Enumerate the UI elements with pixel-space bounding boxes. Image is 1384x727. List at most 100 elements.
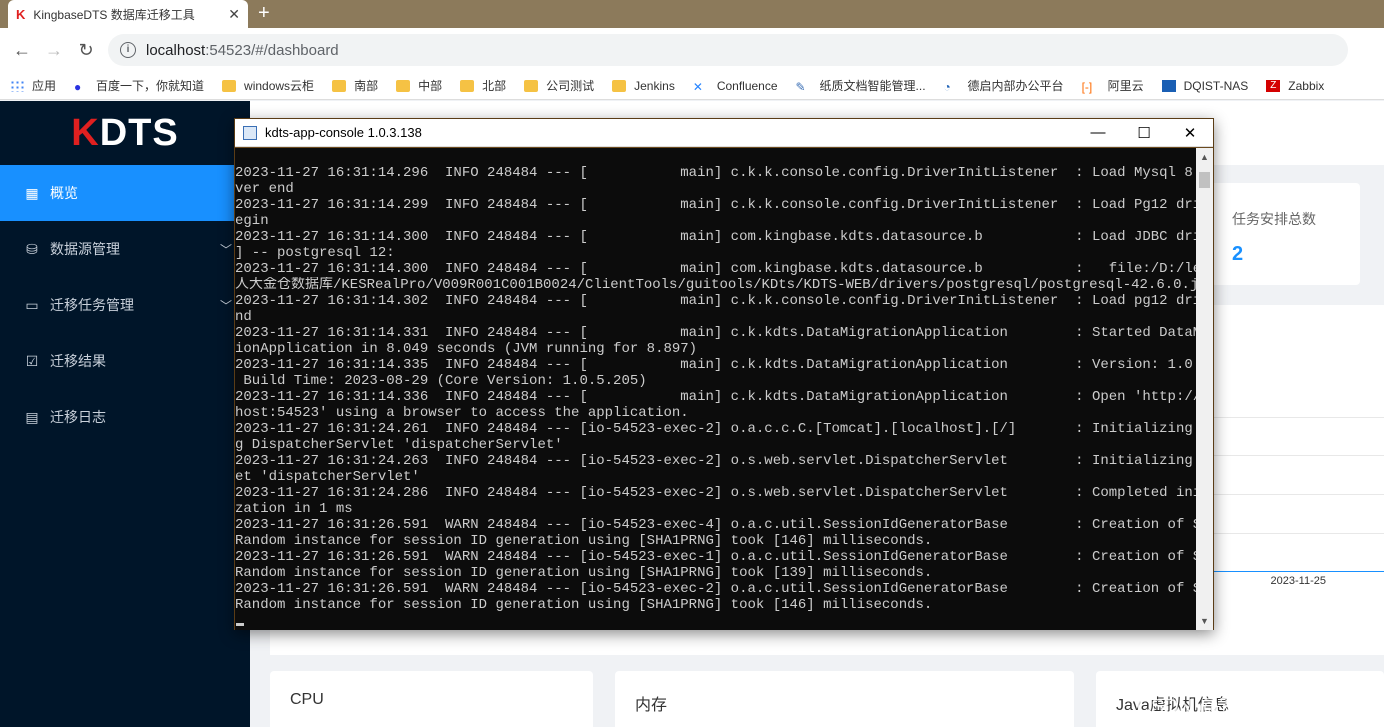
- browser-tabstrip: K KingbaseDTS 数据库迁移工具 ✕ +: [0, 0, 1384, 28]
- tab-close-icon[interactable]: ✕: [228, 6, 240, 23]
- tab-title: KingbaseDTS 数据库迁移工具: [33, 7, 195, 22]
- folder-icon: [396, 79, 411, 92]
- forward-arrow-icon[interactable]: →: [38, 40, 70, 61]
- database-icon: ⛁: [26, 240, 38, 257]
- kingbase-favicon-icon: K: [16, 6, 26, 22]
- address-bar[interactable]: i localhost:54523/#/dashboard: [108, 34, 1348, 66]
- console-line: 2023-11-27 16:31:26.591 WARN 248484 --- …: [235, 581, 1197, 597]
- folder-icon: [460, 79, 475, 92]
- console-line: 2023-11-27 16:31:14.299 INFO 248484 --- …: [235, 197, 1197, 213]
- bookmark-office[interactable]: ◔ 德启内部办公平台: [944, 77, 1064, 94]
- scrollbar-thumb[interactable]: [1199, 172, 1210, 188]
- console-line: 2023-11-27 16:31:24.261 INFO 248484 --- …: [235, 421, 1197, 437]
- console-line: zation in 1 ms: [235, 501, 353, 517]
- scroll-up-icon[interactable]: ▲: [1200, 152, 1209, 162]
- apps-grid-icon: [10, 79, 24, 92]
- reload-icon[interactable]: ↻: [70, 40, 102, 61]
- sidebar-item-overview[interactable]: ▦ 概览: [0, 165, 250, 221]
- memory-card: 内存: [615, 671, 1074, 727]
- console-app-icon: [243, 125, 257, 140]
- bookmark-confluence[interactable]: ✕ Confluence: [692, 79, 778, 94]
- sidebar-item-label: 迁移任务管理: [50, 297, 134, 313]
- aliyun-icon: [-]: [1081, 79, 1093, 94]
- log-icon: ▤: [25, 408, 39, 425]
- console-line: 2023-11-27 16:31:26.591 WARN 248484 --- …: [235, 549, 1197, 565]
- bookmark-folder[interactable]: 中部: [396, 77, 442, 94]
- console-line: 2023-11-27 16:31:26.591 WARN 248484 --- …: [235, 517, 1197, 533]
- console-scrollbar[interactable]: ▲ ▼: [1196, 148, 1213, 630]
- console-line: 人大金仓数据库/KESRealPro/V009R001C001B0024/Cli…: [235, 277, 1197, 293]
- minimize-button[interactable]: —: [1075, 124, 1121, 141]
- x-axis-tick-label: 2023-11-25: [1270, 575, 1326, 587]
- console-line: Random instance for session ID generatio…: [235, 533, 933, 549]
- bookmark-aliyun[interactable]: [-] 阿里云: [1082, 77, 1144, 94]
- new-tab-button[interactable]: +: [258, 2, 270, 25]
- sidebar-item-migration-logs[interactable]: ▤ 迁移日志: [0, 389, 250, 445]
- sidebar-item-label: 迁移结果: [50, 353, 106, 369]
- console-line: 2023-11-27 16:31:14.336 INFO 248484 --- …: [235, 389, 1197, 405]
- folder-icon: [222, 79, 237, 92]
- console-line: host:54523' using a browser to access th…: [235, 405, 689, 421]
- sidebar-item-label: 迁移日志: [50, 409, 106, 425]
- close-button[interactable]: ✕: [1167, 124, 1213, 142]
- console-line: ] -- postgresql 12:: [235, 245, 395, 261]
- console-line: Random instance for session ID generatio…: [235, 565, 933, 581]
- app-sidebar: K DTS ▦ 概览 ⛁ 数据源管理 ﹀ ▭ 迁移任务管理 ﹀ ☑ 迁移结果 ▤ …: [0, 101, 250, 727]
- cpu-card-title: CPU: [290, 691, 324, 708]
- office-icon: ◔: [943, 79, 951, 94]
- folder-icon: ▭: [25, 296, 39, 313]
- dashboard-icon: ▦: [25, 184, 39, 201]
- console-line: 2023-11-27 16:31:24.286 INFO 248484 --- …: [235, 485, 1197, 501]
- maximize-button[interactable]: ☐: [1121, 124, 1167, 142]
- bookmark-nas[interactable]: DQIST-NAS: [1161, 79, 1248, 93]
- cpu-card: CPU: [270, 671, 593, 727]
- console-line: ionApplication in 8.049 seconds (JVM run…: [235, 341, 698, 357]
- csdn-watermark: CSDN @宽八哥43472510: [1136, 696, 1368, 718]
- sidebar-item-migration-tasks[interactable]: ▭ 迁移任务管理 ﹀: [0, 277, 250, 333]
- console-line: Build Time: 2023-08-29 (Core Version: 1.…: [235, 373, 647, 389]
- console-window[interactable]: kdts-app-console 1.0.3.138 — ☐ ✕ 2023-11…: [234, 118, 1214, 630]
- console-cursor: [236, 623, 244, 626]
- console-line: et 'dispatcherServlet': [235, 469, 420, 485]
- docs-icon: ✎: [795, 79, 806, 94]
- chevron-down-icon: ﹀: [219, 242, 232, 257]
- bookmark-baidu[interactable]: ● 百度一下，你就知道: [74, 77, 204, 94]
- bookmark-docs[interactable]: ✎ 纸质文档智能管理...: [796, 77, 926, 94]
- console-line: 2023-11-27 16:31:14.335 INFO 248484 --- …: [235, 357, 1197, 373]
- bookmark-folder[interactable]: 南部: [332, 77, 378, 94]
- console-line: 2023-11-27 16:31:14.296 INFO 248484 --- …: [235, 165, 1197, 181]
- console-line: 2023-11-27 16:31:24.263 INFO 248484 --- …: [235, 453, 1197, 469]
- console-titlebar[interactable]: kdts-app-console 1.0.3.138 — ☐ ✕: [235, 119, 1213, 147]
- task-count-label: 任务安排总数: [1232, 211, 1316, 227]
- console-output[interactable]: 2023-11-27 16:31:14.296 INFO 248484 --- …: [235, 148, 1197, 630]
- console-line: Random instance for session ID generatio…: [235, 597, 933, 613]
- console-line: 2023-11-27 16:31:14.302 INFO 248484 --- …: [235, 293, 1197, 309]
- bookmark-folder[interactable]: Jenkins: [612, 79, 675, 93]
- sidebar-item-label: 概览: [50, 185, 78, 201]
- console-line: g DispatcherServlet 'dispatcherServlet': [235, 437, 563, 453]
- nas-icon: [1161, 79, 1176, 92]
- browser-tab[interactable]: K KingbaseDTS 数据库迁移工具 ✕: [8, 0, 248, 28]
- bookmark-zabbix[interactable]: Z Zabbix: [1266, 79, 1324, 93]
- sidebar-item-label: 数据源管理: [50, 241, 120, 257]
- bookmark-folder[interactable]: 公司测试: [524, 77, 594, 94]
- bookmark-folder[interactable]: windows云柜: [222, 77, 314, 94]
- console-line: nd: [235, 309, 252, 325]
- back-arrow-icon[interactable]: ←: [6, 40, 38, 61]
- kdts-logo: K DTS: [71, 111, 179, 154]
- console-line: 2023-11-27 16:31:14.300 INFO 248484 --- …: [235, 261, 1197, 277]
- console-title: kdts-app-console 1.0.3.138: [265, 125, 422, 140]
- site-info-icon[interactable]: i: [120, 42, 136, 58]
- task-count-value: 2: [1232, 243, 1244, 265]
- sidebar-item-datasource[interactable]: ⛁ 数据源管理 ﹀: [0, 221, 250, 277]
- url-host: localhost: [146, 41, 206, 59]
- browser-toolbar: ← → ↻ i localhost:54523/#/dashboard: [0, 28, 1384, 72]
- console-line: 2023-11-27 16:31:14.331 INFO 248484 --- …: [235, 325, 1197, 341]
- confluence-icon: ✕: [692, 79, 703, 94]
- sidebar-item-migration-results[interactable]: ☑ 迁移结果: [0, 333, 250, 389]
- bookmark-folder[interactable]: 北部: [460, 77, 506, 94]
- scroll-down-icon[interactable]: ▼: [1200, 616, 1209, 626]
- bookmark-apps[interactable]: 应用: [10, 77, 56, 94]
- folder-icon: [332, 79, 347, 92]
- bookmarks-bar: 应用 ● 百度一下，你就知道 windows云柜 南部 中部 北部 公司测试 Je…: [0, 72, 1384, 100]
